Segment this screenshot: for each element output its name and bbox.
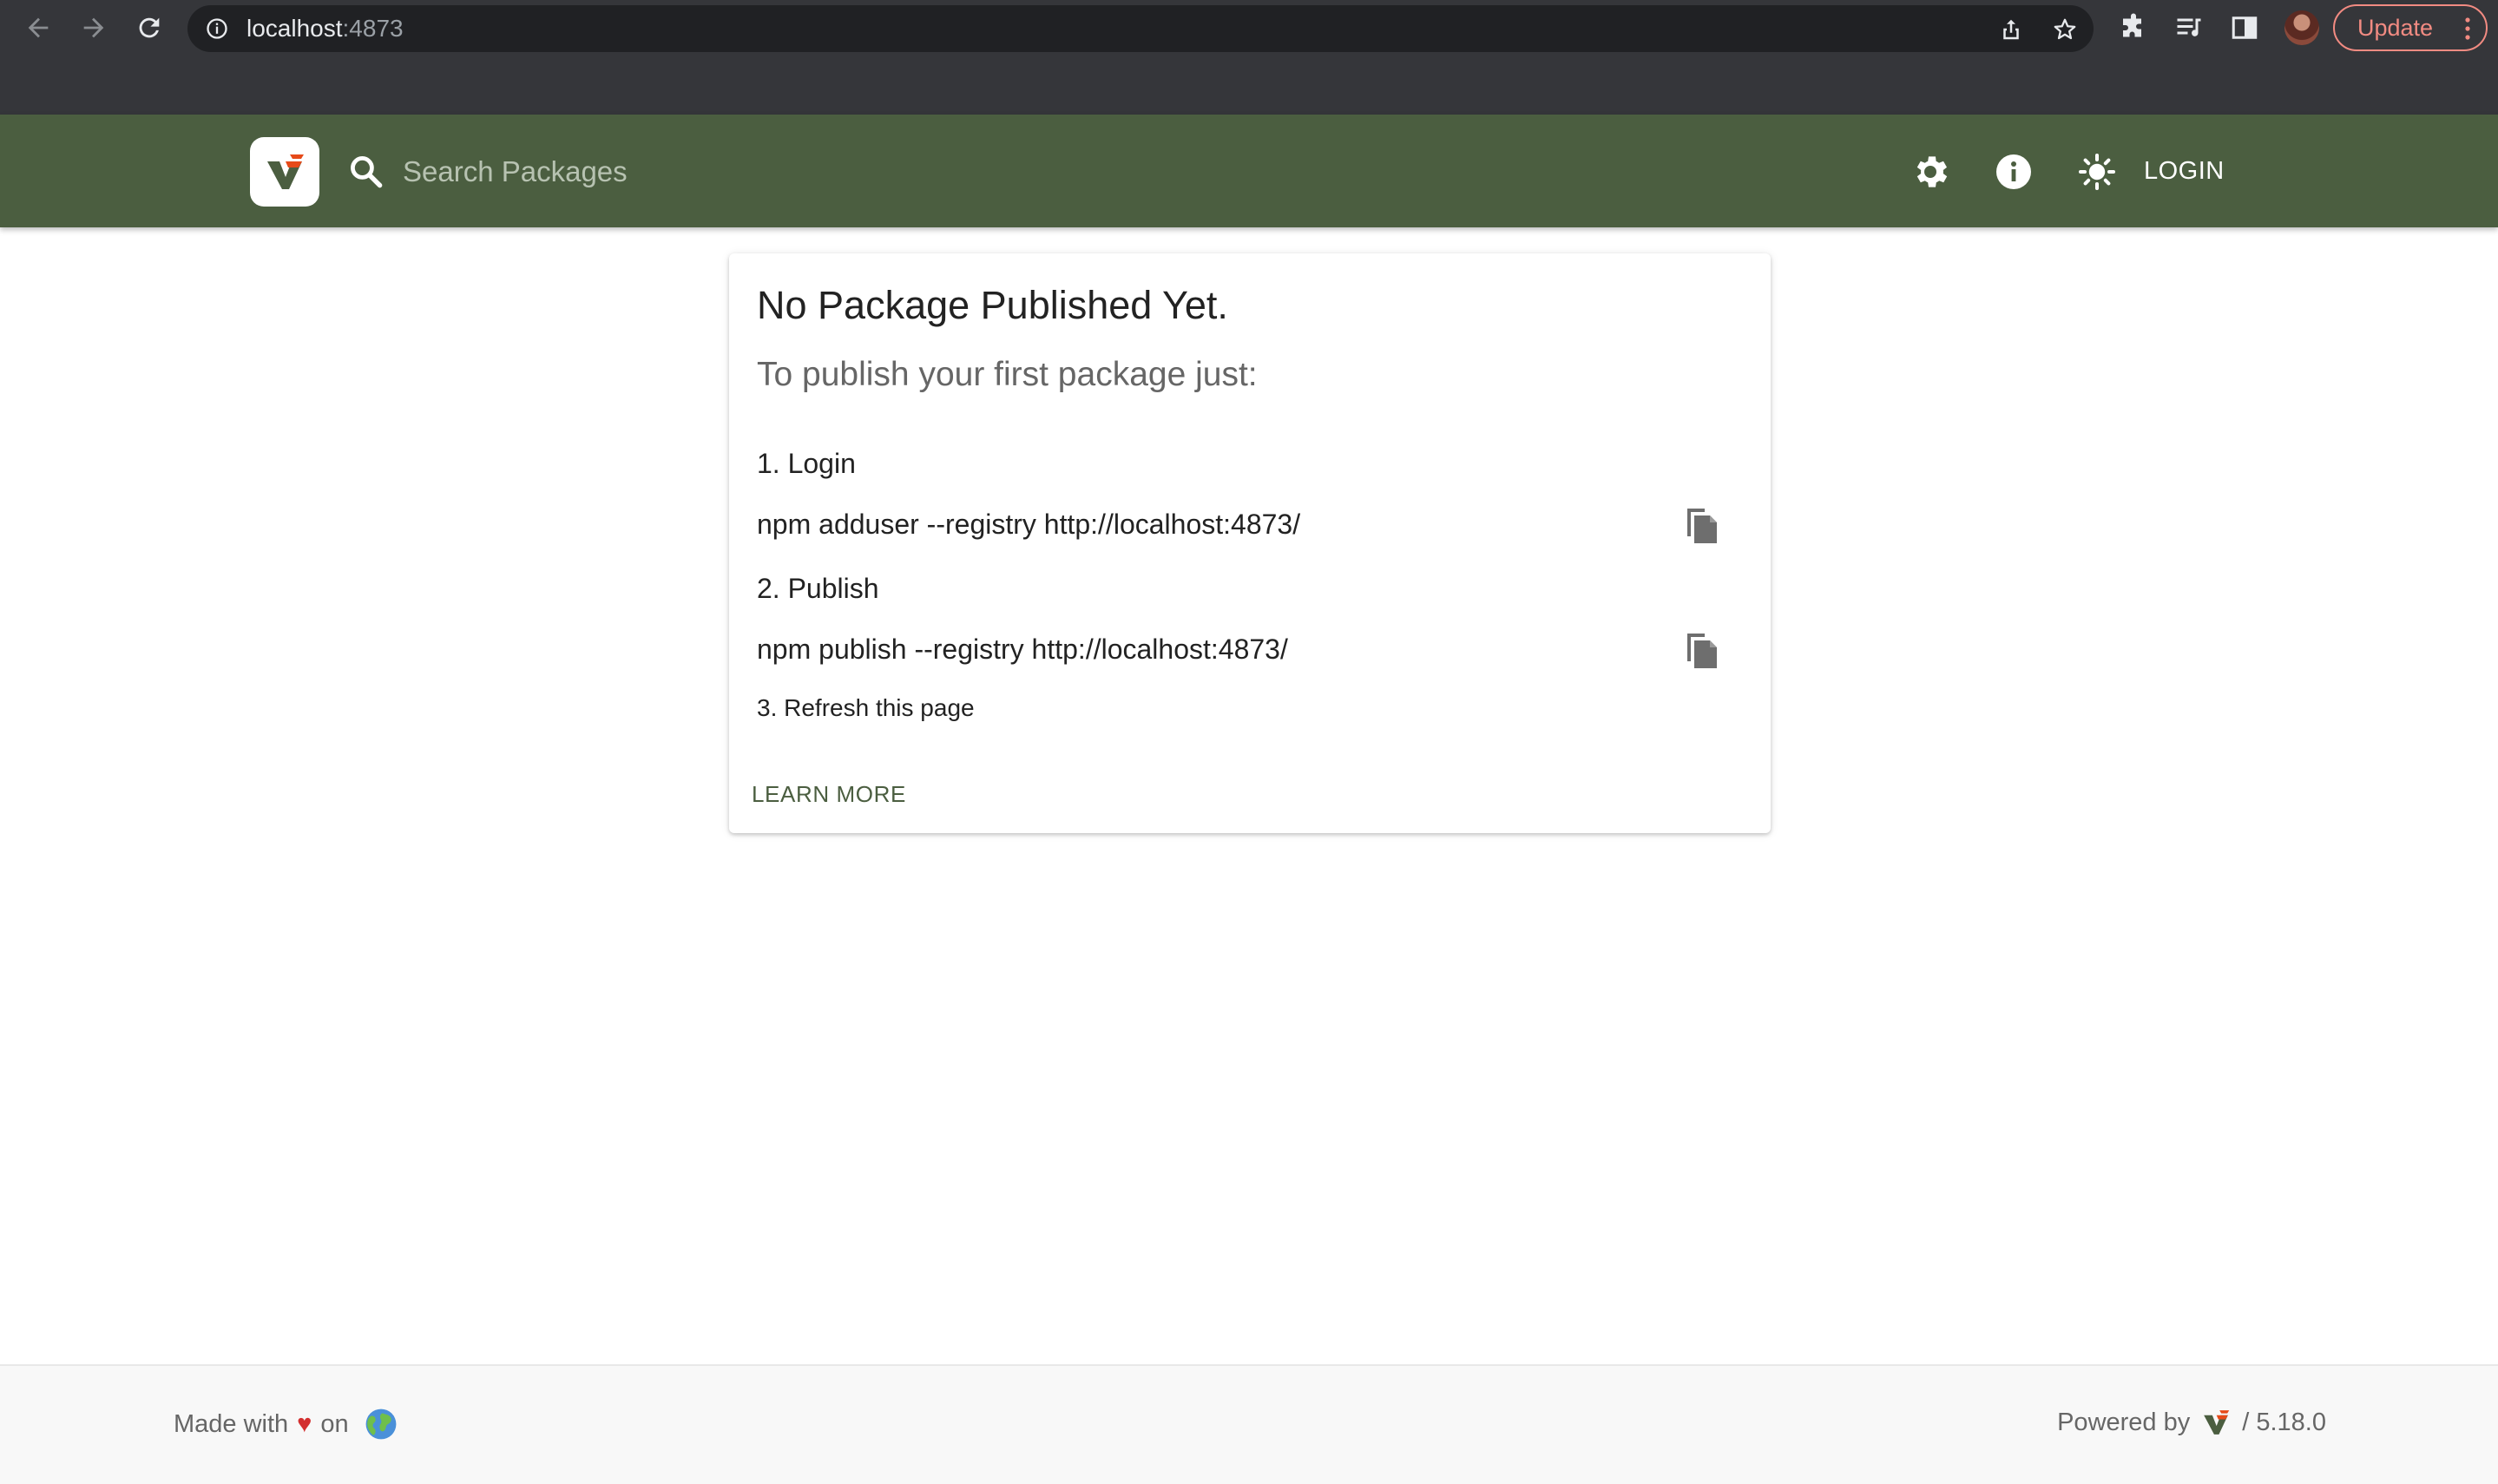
update-button[interactable]: Update	[2333, 4, 2488, 51]
info-icon[interactable]	[1993, 151, 2035, 193]
home-logo-link[interactable]	[250, 137, 319, 207]
made-with-text: Made with ♥ on	[174, 1408, 398, 1441]
footer: Made with ♥ on Powered by / 5.18.0	[0, 1364, 2498, 1484]
more-vert-icon	[2465, 17, 2470, 40]
share-icon[interactable]	[1998, 16, 2024, 43]
copy-icon[interactable]	[1680, 630, 1722, 672]
media-queue-icon[interactable]	[2173, 12, 2205, 43]
powered-by-text: Powered by / 5.18.0	[2057, 1408, 2326, 1437]
url-text: localhost:4873	[247, 15, 404, 42]
puzzle-extensions-icon[interactable]	[2118, 12, 2149, 43]
step-publish: 2. Publish	[757, 573, 879, 604]
forward-arrow-icon[interactable]	[76, 10, 111, 45]
login-button[interactable]: LOGIN	[2144, 149, 2225, 193]
address-bar[interactable]: localhost:4873	[187, 5, 2094, 52]
info-circle-icon[interactable]	[205, 16, 229, 41]
publish-command: npm publish --registry http://localhost:…	[757, 634, 1288, 665]
card-title: No Package Published Yet.	[757, 283, 1228, 327]
step-login: 1. Login	[757, 448, 856, 479]
version-label: / 5.18.0	[2242, 1408, 2326, 1436]
gear-icon[interactable]	[1910, 151, 1951, 193]
profile-avatar[interactable]	[2284, 10, 2319, 45]
heart-icon: ♥	[297, 1409, 312, 1438]
verdaccio-logo-icon	[267, 154, 304, 189]
learn-more-link[interactable]: LEARN MORE	[752, 781, 906, 808]
reload-icon[interactable]	[132, 10, 167, 45]
card-subtitle: To publish your first package just:	[757, 356, 1258, 393]
browser-bookmark-strip	[0, 56, 2498, 115]
powered-by-label: Powered by	[2057, 1408, 2191, 1436]
star-icon[interactable]	[2052, 16, 2078, 43]
brightness-icon[interactable]	[2076, 151, 2118, 193]
copy-icon[interactable]	[1680, 505, 1722, 547]
adduser-command: npm adduser --registry http://localhost:…	[757, 509, 1301, 540]
step-refresh: 3. Refresh this page	[757, 694, 975, 721]
back-arrow-icon[interactable]	[21, 10, 56, 45]
app-header: LOGIN	[0, 115, 2498, 227]
help-card: No Package Published Yet. To publish you…	[729, 253, 1771, 833]
on-label: on	[320, 1409, 349, 1438]
search-icon	[351, 156, 383, 188]
side-panel-icon[interactable]	[2229, 12, 2260, 43]
made-with-label: Made with	[174, 1409, 289, 1438]
globe-icon[interactable]	[365, 1408, 398, 1441]
search-packages-input[interactable]	[401, 146, 1012, 198]
verdaccio-mini-logo-icon	[2204, 1410, 2230, 1435]
browser-toolbar: localhost:4873 Update	[0, 0, 2498, 56]
